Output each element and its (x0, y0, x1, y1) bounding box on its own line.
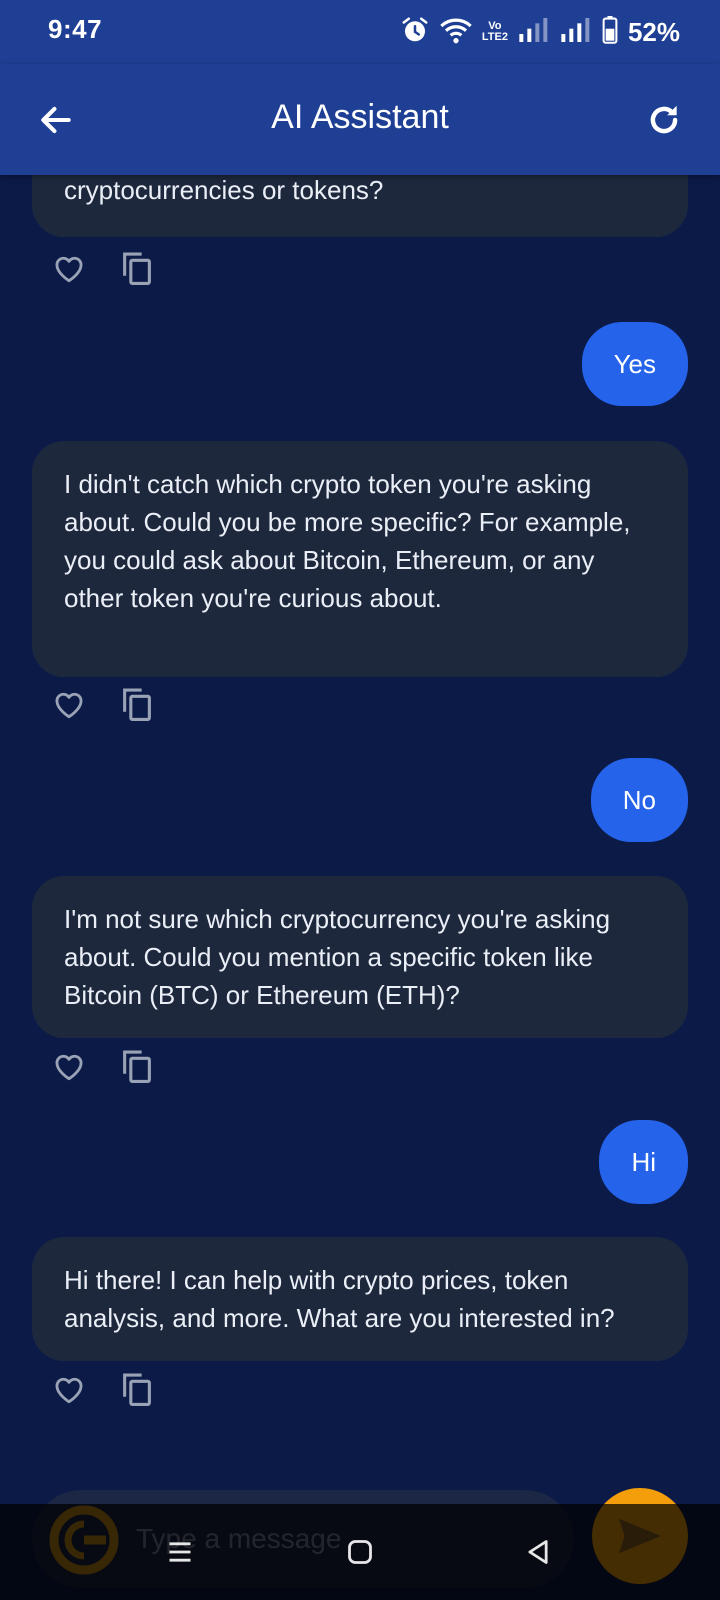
user-message: Yes (581, 322, 688, 406)
copy-button[interactable] (118, 248, 156, 288)
copy-icon (123, 1373, 151, 1407)
message-actions (50, 1044, 156, 1088)
back-icon (528, 1540, 548, 1564)
message-actions (50, 1367, 156, 1411)
copy-icon (123, 1050, 151, 1084)
heart-icon (55, 1054, 83, 1081)
message-text: I didn't catch which crypto token you're… (64, 469, 631, 613)
chat-list[interactable]: cryptocurrencies or tokens? Yes I didn't… (0, 175, 720, 1500)
like-button[interactable] (50, 1046, 88, 1086)
message-text: Yes (613, 349, 656, 379)
assistant-message: I'm not sure which cryptocurrency you're… (32, 876, 688, 1038)
copy-button[interactable] (118, 684, 156, 724)
refresh-button[interactable] (638, 94, 690, 146)
like-button[interactable] (50, 248, 88, 288)
status-bar: 9:47 Vo LTE2 52% (0, 0, 720, 64)
recent-apps-button[interactable] (156, 1528, 204, 1576)
signal-icon (560, 16, 592, 49)
battery-percent: 52% (627, 16, 680, 47)
battery-icon (602, 15, 618, 49)
user-message: Hi (599, 1120, 688, 1204)
volte-icon: Vo LTE2 (482, 21, 508, 43)
alarm-icon (400, 15, 430, 50)
signal-icon (518, 16, 550, 49)
assistant-message: Hi there! I can help with crypto prices,… (32, 1237, 688, 1361)
heart-icon (55, 1377, 83, 1404)
app-bar: AI Assistant (0, 64, 720, 175)
refresh-icon (650, 105, 678, 134)
message-actions (50, 246, 156, 290)
home-button[interactable] (336, 1528, 384, 1576)
wifi-icon (440, 15, 472, 50)
message-text: Hi there! I can help with crypto prices,… (64, 1265, 615, 1333)
copy-icon (123, 688, 151, 721)
status-icons: Vo LTE2 52% (400, 14, 720, 50)
back-nav-button[interactable] (514, 1528, 562, 1576)
user-message: No (590, 758, 688, 842)
copy-button[interactable] (118, 1046, 156, 1086)
like-button[interactable] (50, 684, 88, 724)
message-text: I'm not sure which cryptocurrency you're… (64, 904, 611, 1010)
message-text: Hi (631, 1147, 656, 1177)
system-nav-bar (0, 1504, 720, 1600)
assistant-message: I didn't catch which crypto token you're… (32, 441, 688, 677)
page-title: AI Assistant (271, 98, 449, 136)
volte-bottom: LTE2 (481, 31, 508, 43)
assistant-message: cryptocurrencies or tokens? (32, 175, 688, 237)
like-button[interactable] (50, 1369, 88, 1409)
copy-icon (123, 252, 151, 285)
message-text: cryptocurrencies or tokens? (64, 175, 384, 205)
status-time: 9:47 (48, 14, 103, 44)
heart-icon (55, 692, 83, 719)
copy-button[interactable] (118, 1369, 156, 1409)
message-actions (50, 682, 156, 726)
home-icon (348, 1540, 372, 1564)
message-text: No (622, 785, 656, 815)
heart-icon (55, 256, 83, 283)
recent-apps-icon (169, 1542, 191, 1562)
